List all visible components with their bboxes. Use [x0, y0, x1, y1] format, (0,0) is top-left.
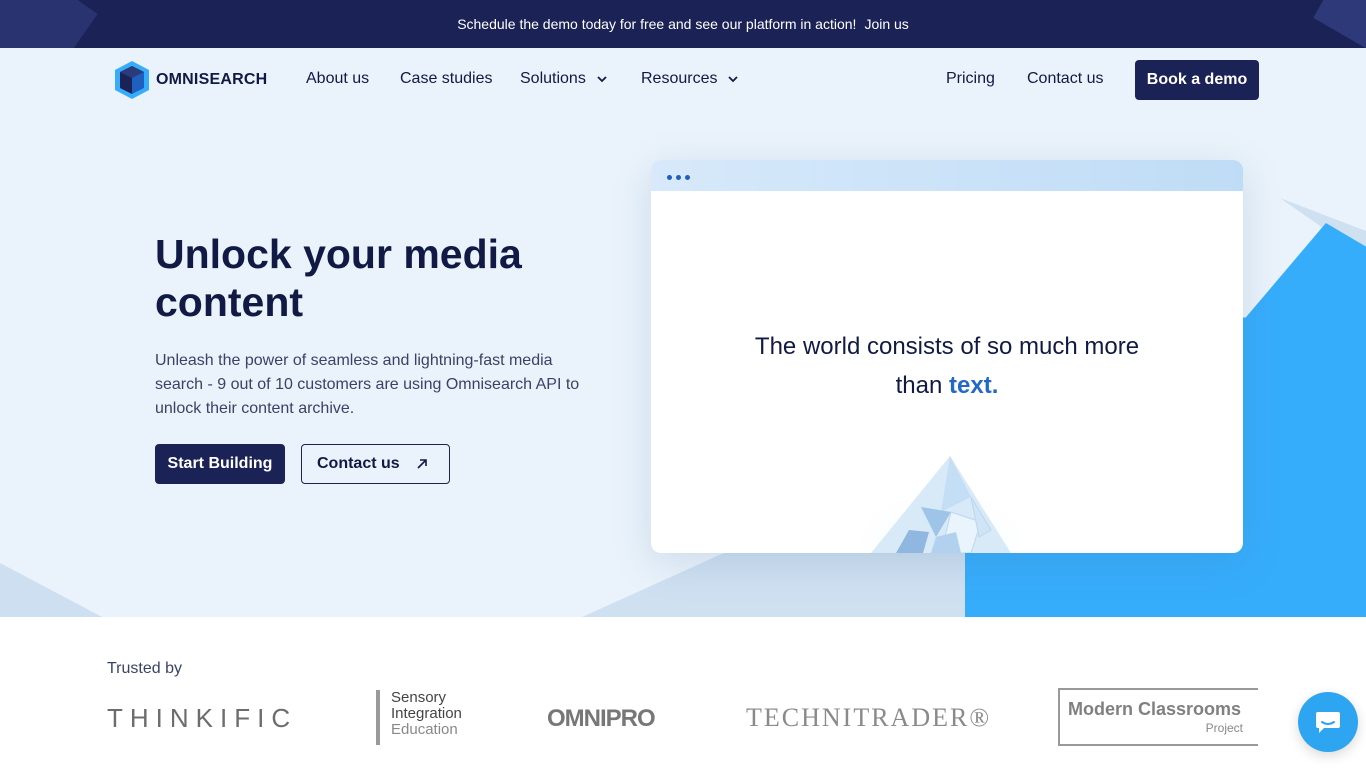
trusted-by-label: Trusted by — [107, 660, 182, 677]
nav-label: Pricing — [946, 70, 995, 87]
contact-us-label: Contact us — [317, 455, 400, 472]
hero-title: Unlock your media content — [155, 231, 522, 325]
nav-label: Contact us — [1027, 70, 1104, 87]
brand-logo[interactable]: OMNISEARCH — [113, 60, 267, 100]
demo-window: The world consists of so much more than … — [651, 160, 1243, 553]
join-us-link[interactable]: Join us — [864, 16, 908, 32]
chat-widget-button[interactable] — [1298, 692, 1358, 752]
arrow-up-right-icon — [417, 459, 427, 469]
start-building-button[interactable]: Start Building — [155, 444, 285, 484]
window-quote: The world consists of so much more than … — [651, 327, 1243, 405]
window-dots-icon — [667, 175, 690, 180]
omnisearch-logo-icon — [115, 61, 149, 99]
decorative-shape — [1313, 0, 1366, 48]
chat-icon — [1316, 712, 1340, 733]
chevron-down-icon — [597, 76, 607, 83]
sensory-integration-logo: Sensory Integration Education — [376, 690, 462, 745]
hero-description: Unleash the power of seamless and lightn… — [155, 352, 580, 417]
decorative-shape — [0, 563, 104, 617]
nav-label: Solutions — [520, 70, 586, 87]
omnipro-logo: OMNIPRO — [547, 705, 656, 732]
main-nav: OMNISEARCH About us Case studies Solutio… — [0, 48, 1366, 112]
brand-name: OMNISEARCH — [156, 71, 268, 88]
decorative-shape — [0, 0, 98, 48]
thinkific-logo: THINKIFIC — [107, 703, 298, 733]
nav-label: Resources — [641, 70, 718, 87]
announcement-bar: Schedule the demo today for free and see… — [0, 0, 1366, 48]
window-titlebar — [651, 160, 1243, 191]
quote-line-2: than — [895, 372, 950, 399]
logo-text: Integration — [391, 705, 462, 722]
logo-text: Project — [1205, 721, 1243, 735]
nav-label: About us — [306, 70, 370, 87]
logo-text: Sensory — [391, 689, 447, 706]
quote-highlight: text. — [949, 372, 999, 399]
logo-text: Modern Classrooms — [1068, 699, 1242, 719]
quote-line-1: The world consists of so much more — [754, 333, 1140, 360]
nav-label: Case studies — [400, 70, 493, 87]
technitrader-logo: TECHNITRADER® — [746, 703, 992, 732]
nav-solutions[interactable]: Solutions — [520, 70, 608, 88]
nav-pricing[interactable]: Pricing — [946, 70, 995, 88]
iceberg-illustration — [861, 452, 1021, 553]
nav-contact-us[interactable]: Contact us — [1027, 70, 1103, 88]
nav-case-studies[interactable]: Case studies — [400, 70, 493, 88]
chevron-down-icon — [728, 76, 739, 83]
nav-resources[interactable]: Resources — [641, 70, 739, 88]
logo-text: Education — [391, 721, 458, 738]
nav-about-us[interactable]: About us — [306, 70, 369, 88]
announcement-text: Schedule the demo today for free and see… — [457, 16, 857, 32]
book-demo-button[interactable]: Book a demo — [1135, 60, 1259, 100]
contact-us-button[interactable]: Contact us — [301, 444, 450, 484]
modern-classrooms-logo: Modern Classrooms Project — [1058, 688, 1258, 746]
